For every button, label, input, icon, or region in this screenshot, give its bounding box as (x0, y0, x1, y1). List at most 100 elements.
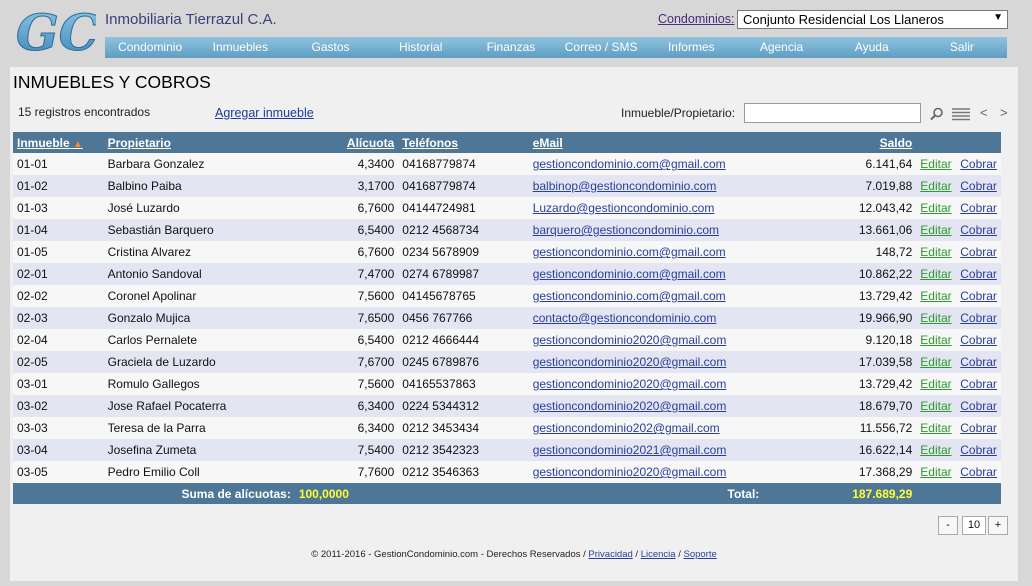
email-link[interactable]: Luzardo@gestioncondominio.com (533, 201, 715, 215)
edit-link[interactable]: Editar (920, 377, 951, 391)
col-edit (916, 132, 956, 153)
edit-link[interactable]: Editar (920, 245, 951, 259)
menu-item-salir[interactable]: Salir (917, 37, 1007, 58)
edit-link[interactable]: Editar (920, 267, 951, 281)
email-link[interactable]: gestioncondominio.com@gmail.com (533, 267, 726, 281)
menu-item-correo-sms[interactable]: Correo / SMS (556, 37, 646, 58)
page-size-input[interactable]: 10 (962, 516, 986, 535)
gc-logo[interactable]: GC (14, 2, 97, 59)
menu-item-gastos[interactable]: Gastos (285, 37, 375, 58)
cell-inmueble: 02-02 (17, 289, 48, 303)
menu-item-inmuebles[interactable]: Inmuebles (195, 37, 285, 58)
email-link[interactable]: gestioncondominio2020@gmail.com (533, 333, 727, 347)
cell-alicuota: 7,7600 (357, 465, 395, 479)
cell-saldo: 6.141,64 (865, 157, 913, 171)
table-row: 01-02 Balbino Paiba 3,1700 04168779874 balbi… (13, 175, 1001, 197)
menu-item-historial[interactable]: Historial (376, 37, 466, 58)
cobrar-link[interactable]: Cobrar (960, 157, 997, 171)
col-propietario[interactable]: Propietario (104, 132, 295, 153)
total-label: Total: (727, 486, 760, 501)
prev-icon[interactable]: < (980, 105, 988, 120)
cell-inmueble: 01-04 (17, 223, 48, 237)
cobrar-link[interactable]: Cobrar (960, 399, 997, 413)
cell-inmueble: 02-03 (17, 311, 48, 325)
menu-item-informes[interactable]: Informes (646, 37, 736, 58)
edit-link[interactable]: Editar (920, 355, 951, 369)
condominios-label[interactable]: Condominios: (658, 12, 734, 26)
inmuebles-table: Inmueble ▲ Propietario Alícuota Teléfono… (13, 132, 1001, 504)
email-link[interactable]: gestioncondominio2021@gmail.com (533, 443, 727, 457)
email-link[interactable]: gestioncondominio2020@gmail.com (533, 399, 727, 413)
email-link[interactable]: balbinop@gestioncondominio.com (533, 179, 717, 193)
cobrar-link[interactable]: Cobrar (960, 245, 997, 259)
menu-item-condominio[interactable]: Condominio (105, 37, 195, 58)
email-link[interactable]: gestioncondominio2020@gmail.com (533, 465, 727, 479)
table-row: 02-02 Coronel Apolinar 7,5600 04145678765 ge… (13, 285, 1001, 307)
licencia-link[interactable]: Licencia (641, 549, 676, 560)
cell-telefono: 04168779874 (402, 179, 476, 193)
cell-propietario: José Luzardo (107, 201, 180, 215)
email-link[interactable]: gestioncondominio.com@gmail.com (533, 245, 726, 259)
condominio-select[interactable]: Conjunto Residencial Los Llaneros ▼ (737, 10, 1008, 29)
cobrar-link[interactable]: Cobrar (960, 311, 997, 325)
cobrar-link[interactable]: Cobrar (960, 421, 997, 435)
edit-link[interactable]: Editar (920, 311, 951, 325)
cell-inmueble: 01-03 (17, 201, 48, 215)
cobrar-link[interactable]: Cobrar (960, 289, 997, 303)
col-telefonos[interactable]: Teléfonos (398, 132, 528, 153)
cell-saldo: 17.039,58 (858, 355, 913, 369)
email-link[interactable]: contacto@gestioncondominio.com (533, 311, 717, 325)
col-cobrar (956, 132, 1001, 153)
edit-link[interactable]: Editar (920, 157, 951, 171)
cobrar-link[interactable]: Cobrar (960, 267, 997, 281)
edit-link[interactable]: Editar (920, 443, 951, 457)
cobrar-link[interactable]: Cobrar (960, 443, 997, 457)
cobrar-link[interactable]: Cobrar (960, 377, 997, 391)
col-inmueble[interactable]: Inmueble ▲ (13, 132, 104, 153)
edit-link[interactable]: Editar (920, 289, 951, 303)
list-icon[interactable] (952, 107, 970, 121)
col-alicuota[interactable]: Alícuota (295, 132, 398, 153)
cell-inmueble: 03-05 (17, 465, 48, 479)
cell-inmueble: 02-05 (17, 355, 48, 369)
search-icon[interactable] (930, 107, 944, 121)
edit-link[interactable]: Editar (920, 465, 951, 479)
cobrar-link[interactable]: Cobrar (960, 223, 997, 237)
cobrar-link[interactable]: Cobrar (960, 201, 997, 215)
menu-item-finanzas[interactable]: Finanzas (466, 37, 556, 58)
edit-link[interactable]: Editar (920, 333, 951, 347)
col-saldo[interactable]: Saldo (763, 132, 916, 153)
cell-telefono: 0234 5678909 (402, 245, 480, 259)
soporte-link[interactable]: Soporte (683, 549, 716, 560)
cobrar-link[interactable]: Cobrar (960, 355, 997, 369)
next-icon[interactable]: > (1000, 105, 1008, 120)
privacidad-link[interactable]: Privacidad (588, 549, 632, 560)
cobrar-link[interactable]: Cobrar (960, 179, 997, 193)
cell-alicuota: 6,5400 (357, 333, 395, 347)
email-link[interactable]: gestioncondominio.com@gmail.com (533, 289, 726, 303)
email-link[interactable]: barquero@gestioncondominio.com (533, 223, 719, 237)
cell-saldo: 13.661,06 (858, 223, 913, 237)
email-link[interactable]: gestioncondominio.com@gmail.com (533, 157, 726, 171)
edit-link[interactable]: Editar (920, 223, 951, 237)
pager-minus-button[interactable]: - (938, 516, 958, 535)
cell-telefono: 04144724981 (402, 201, 476, 215)
search-input[interactable] (744, 103, 921, 123)
cell-telefono: 0456 767766 (402, 311, 473, 325)
email-link[interactable]: gestioncondominio2020@gmail.com (533, 377, 727, 391)
add-inmueble-link[interactable]: Agregar inmueble (215, 106, 314, 120)
cobrar-link[interactable]: Cobrar (960, 333, 997, 347)
edit-link[interactable]: Editar (920, 399, 951, 413)
cell-saldo: 9.120,18 (865, 333, 913, 347)
email-link[interactable]: gestioncondominio2020@gmail.com (533, 355, 727, 369)
edit-link[interactable]: Editar (920, 201, 951, 215)
cobrar-link[interactable]: Cobrar (960, 465, 997, 479)
menu-item-agencia[interactable]: Agencia (736, 37, 826, 58)
email-link[interactable]: gestioncondominio202@gmail.com (533, 421, 720, 435)
edit-link[interactable]: Editar (920, 179, 951, 193)
edit-link[interactable]: Editar (920, 421, 951, 435)
pager-plus-button[interactable]: + (988, 516, 1008, 535)
menu-item-ayuda[interactable]: Ayuda (827, 37, 917, 58)
col-email[interactable]: eMail (529, 132, 764, 153)
cell-inmueble: 03-03 (17, 421, 48, 435)
